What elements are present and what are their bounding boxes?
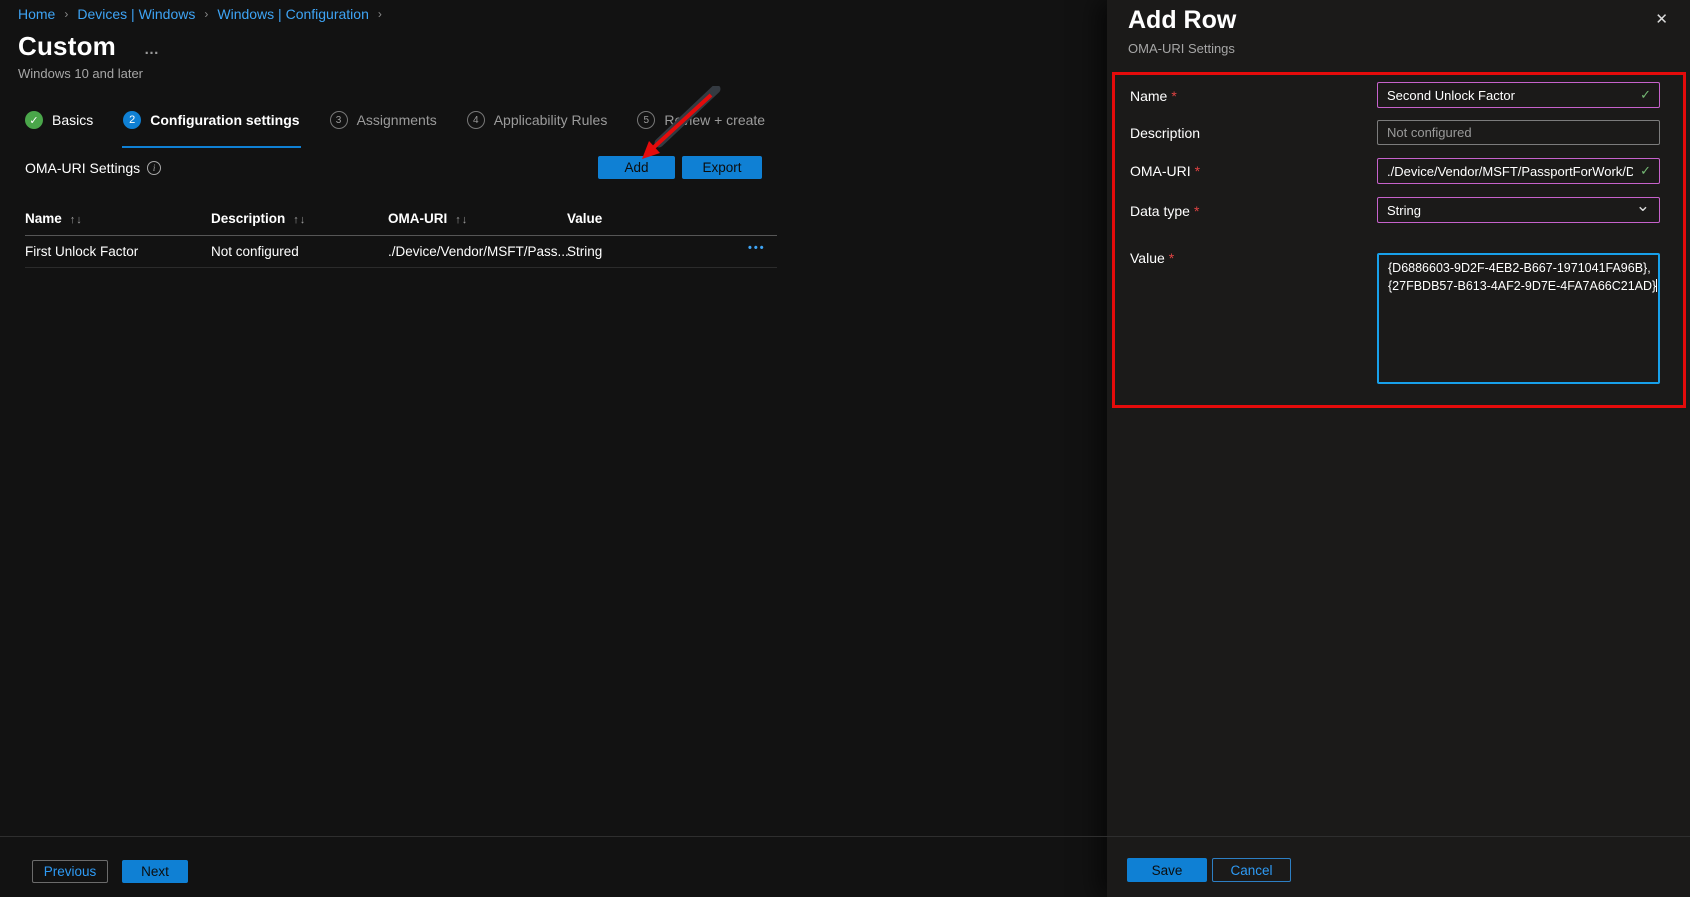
close-icon[interactable]: ✕ [1655, 10, 1668, 28]
column-label: Value [567, 211, 602, 226]
step-label: Assignments [357, 112, 437, 128]
value-line-2: {27FBDB57-B613-4AF2-9D7E-4FA7A66C21AD} [1388, 278, 1649, 296]
oma-uri-input[interactable] [1378, 159, 1659, 183]
text-caret [1656, 279, 1657, 292]
oma-uri-label: OMA-URI* [1130, 163, 1200, 179]
breadcrumb-separator-icon: › [378, 7, 382, 21]
breadcrumb: Home › Devices | Windows › Windows | Con… [18, 6, 382, 22]
page-subtitle: Windows 10 and later [18, 66, 143, 81]
step-label: Basics [52, 112, 93, 128]
step-label: Configuration settings [150, 112, 299, 128]
page-title: Custom [18, 31, 116, 62]
info-icon[interactable]: i [147, 161, 161, 175]
save-button[interactable]: Save [1127, 858, 1207, 882]
row-divider [25, 267, 777, 268]
valid-check-icon: ✓ [1640, 163, 1651, 179]
step-review-create[interactable]: 5 Review + create [637, 110, 765, 130]
add-button[interactable]: Add [598, 156, 675, 179]
description-field-container [1377, 120, 1660, 145]
cancel-button[interactable]: Cancel [1212, 858, 1291, 882]
step-number-badge: 3 [330, 111, 348, 129]
label-text: Data type [1130, 203, 1190, 219]
value-line-1: {D6886603-9D2F-4EB2-B667-1971041FA96B}, [1388, 260, 1649, 278]
value-textarea[interactable]: {D6886603-9D2F-4EB2-B667-1971041FA96B}, … [1377, 253, 1660, 384]
column-header-oma-uri[interactable]: OMA-URI ↑↓ [388, 211, 468, 226]
export-button[interactable]: Export [682, 156, 762, 179]
data-type-selected-value: String [1378, 203, 1421, 218]
wizard-steps: ✓ Basics 2 Configuration settings 3 Assi… [25, 110, 765, 130]
required-marker: * [1195, 163, 1200, 179]
row-cell-value: String [567, 244, 602, 259]
data-type-dropdown[interactable]: String ⌄ [1377, 197, 1660, 223]
column-label: Description [211, 211, 285, 226]
add-row-panel: Add Row OMA-URI Settings ✕ Name* ✓ Descr… [1107, 0, 1690, 897]
breadcrumb-separator-icon: › [204, 7, 208, 21]
step-number-badge: 2 [123, 111, 141, 129]
chevron-down-icon: ⌄ [1636, 196, 1650, 216]
label-text: Name [1130, 88, 1167, 104]
footer-divider [0, 836, 1690, 837]
sort-icon[interactable]: ↑↓ [455, 214, 468, 226]
name-field-container: ✓ [1377, 82, 1660, 108]
step-assignments[interactable]: 3 Assignments [330, 110, 437, 130]
column-header-name[interactable]: Name ↑↓ [25, 211, 83, 226]
label-text: Value [1130, 250, 1165, 266]
title-more-icon[interactable]: … [144, 41, 161, 58]
sort-icon[interactable]: ↑↓ [293, 214, 306, 226]
value-label: Value* [1130, 250, 1174, 266]
row-more-menu-icon[interactable]: ••• [748, 242, 766, 254]
required-marker: * [1194, 203, 1199, 219]
main-content: Home › Devices | Windows › Windows | Con… [0, 0, 1107, 897]
valid-check-icon: ✓ [1640, 87, 1651, 103]
previous-button[interactable]: Previous [32, 860, 108, 883]
step-done-check-icon: ✓ [25, 111, 43, 129]
description-label: Description [1130, 125, 1200, 141]
breadcrumb-home[interactable]: Home [18, 6, 55, 22]
next-button[interactable]: Next [122, 860, 188, 883]
step-basics[interactable]: ✓ Basics [25, 110, 93, 130]
row-cell-name[interactable]: First Unlock Factor [25, 244, 138, 259]
oma-uri-field-container: ✓ [1377, 158, 1660, 184]
description-input[interactable] [1378, 121, 1659, 144]
step-configuration-settings[interactable]: 2 Configuration settings [123, 110, 299, 130]
data-type-label: Data type* [1130, 203, 1199, 219]
column-header-value: Value [567, 211, 602, 226]
column-header-description[interactable]: Description ↑↓ [211, 211, 306, 226]
row-cell-description: Not configured [211, 244, 299, 259]
column-label: Name [25, 211, 62, 226]
step-applicability-rules[interactable]: 4 Applicability Rules [467, 110, 608, 130]
step-number-badge: 4 [467, 111, 485, 129]
breadcrumb-separator-icon: › [64, 7, 68, 21]
step-label: Applicability Rules [494, 112, 608, 128]
label-text: Description [1130, 125, 1200, 141]
name-label: Name* [1130, 88, 1177, 104]
sort-icon[interactable]: ↑↓ [70, 214, 83, 226]
breadcrumb-windows-configuration[interactable]: Windows | Configuration [217, 6, 368, 22]
required-marker: * [1169, 250, 1174, 266]
panel-subtitle: OMA-URI Settings [1128, 41, 1235, 56]
breadcrumb-devices-windows[interactable]: Devices | Windows [77, 6, 195, 22]
required-marker: * [1171, 88, 1176, 104]
header-divider [25, 235, 777, 236]
panel-title: Add Row [1128, 6, 1236, 35]
step-number-badge: 5 [637, 111, 655, 129]
name-input[interactable] [1378, 83, 1659, 107]
column-label: OMA-URI [388, 211, 447, 226]
row-cell-oma-uri: ./Device/Vendor/MSFT/Pass... [388, 244, 569, 259]
oma-uri-settings-label: OMA-URI Settings [25, 160, 140, 176]
label-text: OMA-URI [1130, 163, 1191, 179]
step-label: Review + create [664, 112, 765, 128]
